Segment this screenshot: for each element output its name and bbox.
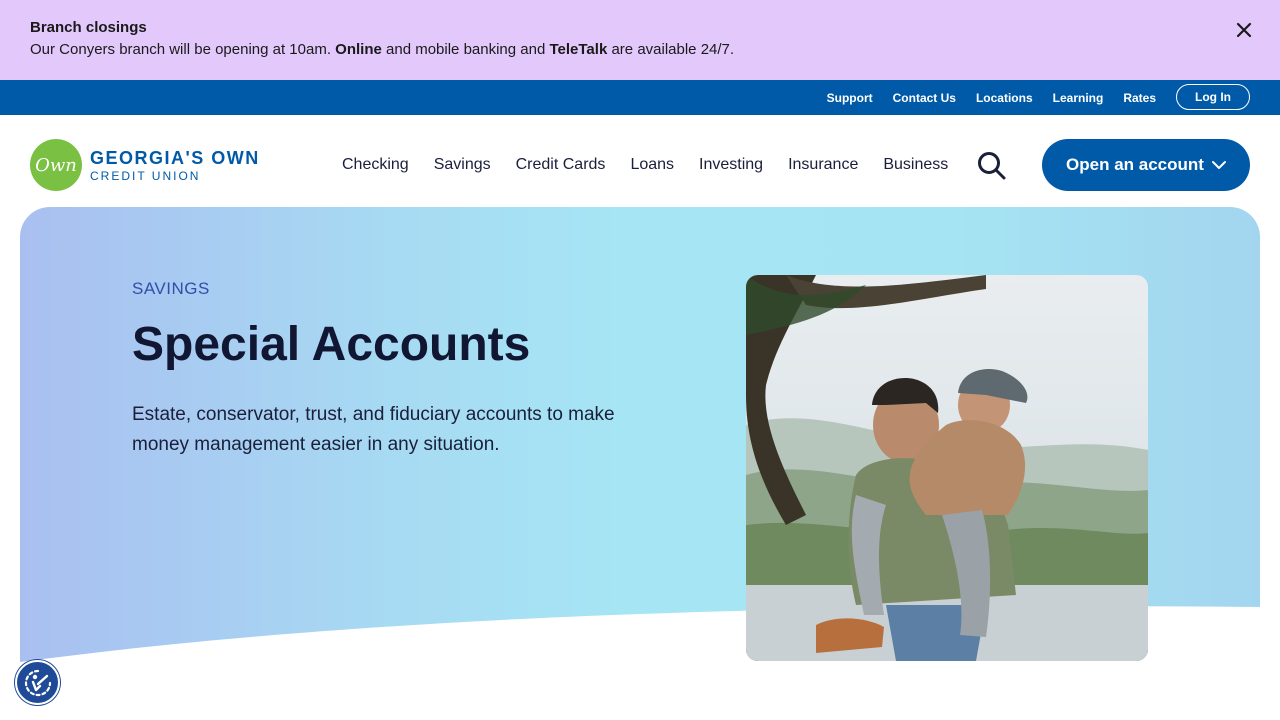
chevron-down-icon: [1211, 161, 1226, 169]
nav-item-credit-cards[interactable]: Credit Cards: [516, 156, 606, 174]
logo-subname: CREDIT UNION: [90, 168, 201, 183]
utility-links: Support Contact Us Locations Learning Ra…: [827, 80, 1156, 115]
utility-link-contact-us[interactable]: Contact Us: [893, 91, 956, 105]
logo-name: GEORGIA'S OWN: [90, 147, 260, 168]
utility-link-learning[interactable]: Learning: [1053, 91, 1104, 105]
alert-banner: Branch closings Our Conyers branch will …: [0, 0, 1280, 80]
log-in-button[interactable]: Log In: [1176, 84, 1250, 110]
alert-message-middle: and mobile banking and: [386, 41, 546, 58]
alert-message-prefix: Our Conyers branch will be opening at 10…: [30, 41, 331, 58]
logo-mark-text: Own: [35, 154, 77, 176]
nav-item-checking[interactable]: Checking: [342, 156, 409, 174]
hero-photo: [746, 275, 1148, 661]
nav-menu: Checking Savings Credit Cards Loans Inve…: [342, 115, 948, 215]
search-icon[interactable]: [976, 151, 1008, 181]
close-icon[interactable]: [1234, 20, 1254, 40]
hero-description: Estate, conservator, trust, and fiduciar…: [132, 404, 615, 455]
nav-item-investing[interactable]: Investing: [699, 156, 763, 174]
accessibility-icon[interactable]: [15, 660, 60, 705]
hero-eyebrow: SAVINGS: [132, 279, 210, 298]
utility-link-support[interactable]: Support: [827, 91, 873, 105]
alert-online-text: Online: [335, 41, 382, 58]
main-nav: Own GEORGIA'S OWN CREDIT UNION Checking …: [0, 115, 1280, 207]
alert-message-suffix: are available 24/7.: [611, 41, 735, 58]
alert-title: Branch closings: [30, 19, 147, 36]
open-account-button[interactable]: Open an account: [1042, 139, 1250, 191]
logo-mark: Own: [30, 139, 82, 191]
utility-bar: Support Contact Us Locations Learning Ra…: [0, 80, 1280, 115]
alert-teletalk-text: TeleTalk: [549, 41, 608, 58]
hero-section: SAVINGS Special Accounts Estate, conserv…: [20, 207, 1260, 720]
open-account-label: Open an account: [1066, 155, 1204, 174]
nav-item-savings[interactable]: Savings: [434, 156, 491, 174]
alert-message: Our Conyers branch will be opening at 10…: [30, 38, 1250, 62]
logo-text: GEORGIA'S OWN CREDIT UNION: [90, 149, 260, 182]
utility-link-locations[interactable]: Locations: [976, 91, 1033, 105]
utility-link-rates[interactable]: Rates: [1123, 91, 1156, 105]
nav-item-business[interactable]: Business: [883, 156, 948, 174]
logo[interactable]: Own GEORGIA'S OWN CREDIT UNION: [30, 139, 260, 191]
page-title: Special Accounts: [132, 318, 531, 371]
nav-item-loans[interactable]: Loans: [630, 156, 674, 174]
nav-item-insurance[interactable]: Insurance: [788, 156, 858, 174]
